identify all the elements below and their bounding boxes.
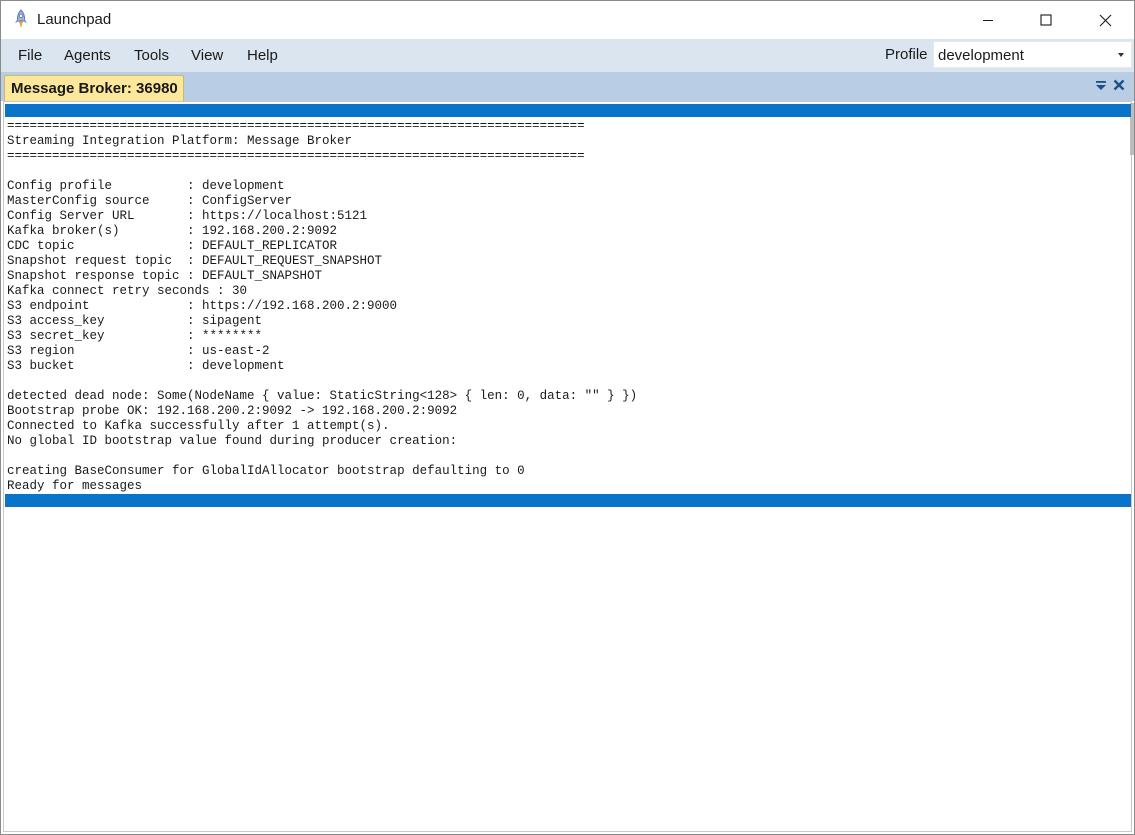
console-line: Kafka broker(s) : 192.168.200.2:9092: [7, 224, 338, 238]
console-line: S3 bucket : development: [7, 359, 285, 373]
console-line: Connected to Kafka successfully after 1 …: [7, 419, 390, 433]
console-line: S3 region : us-east-2: [7, 344, 270, 358]
chevron-down-icon: [1118, 53, 1124, 57]
maximize-button[interactable]: [1017, 1, 1075, 39]
menu-tools[interactable]: Tools: [134, 47, 169, 64]
console-line: Bootstrap probe OK: 192.168.200.2:9092 -…: [7, 404, 458, 418]
console-line: ========================================…: [7, 119, 585, 133]
tab-menu-button[interactable]: [1093, 77, 1109, 93]
console-line: S3 access_key : sipagent: [7, 314, 263, 328]
console-output: ========================================…: [7, 119, 637, 494]
menu-file[interactable]: File: [18, 47, 42, 64]
console-line: creating BaseConsumer for GlobalIdAlloca…: [7, 464, 525, 478]
tab-close-button[interactable]: [1111, 77, 1127, 93]
console-line: MasterConfig source : ConfigServer: [7, 194, 293, 208]
tab-label: Message Broker: 36980: [11, 80, 178, 97]
menu-bar: File Agents Tools View Help Profile deve…: [1, 39, 1134, 72]
profile-label: Profile: [885, 46, 928, 63]
menu-agents[interactable]: Agents: [64, 47, 111, 64]
window-title: Launchpad: [37, 11, 112, 28]
console-line: ========================================…: [7, 149, 585, 163]
tab-menu-icon: [1096, 81, 1106, 90]
launchpad-window: Launchpad File Agents Tools View Help Pr…: [0, 0, 1135, 835]
maximize-icon: [1040, 14, 1052, 26]
profile-select-value: development: [938, 47, 1024, 64]
console-line: Config profile : development: [7, 179, 285, 193]
menu-view[interactable]: View: [191, 47, 223, 64]
selection-bar-top: [5, 104, 1131, 117]
console-line: Streaming Integration Platform: Message …: [7, 134, 353, 148]
console-line: CDC topic : DEFAULT_REPLICATOR: [7, 239, 338, 253]
selection-bar-bottom: [5, 494, 1131, 507]
console-line: S3 endpoint : https://192.168.200.2:9000: [7, 299, 398, 313]
menu-help[interactable]: Help: [247, 47, 278, 64]
console-line: Ready for messages: [7, 479, 143, 493]
minimize-icon: [983, 20, 993, 21]
close-icon: [1099, 14, 1111, 26]
close-button[interactable]: [1076, 1, 1134, 39]
rocket-icon: [11, 9, 31, 31]
profile-select[interactable]: development: [933, 41, 1132, 68]
console-line: Config Server URL : https://localhost:51…: [7, 209, 368, 223]
console-line: No global ID bootstrap value found durin…: [7, 434, 458, 448]
console-line: S3 secret_key : ********: [7, 329, 263, 343]
console-line: Snapshot response topic : DEFAULT_SNAPSH…: [7, 269, 323, 283]
tab-message-broker[interactable]: Message Broker: 36980: [4, 75, 184, 101]
minimize-button[interactable]: [959, 1, 1017, 39]
tab-strip: Message Broker: 36980: [1, 72, 1134, 101]
console-line: Snapshot request topic : DEFAULT_REQUEST…: [7, 254, 383, 268]
tab-close-icon: [1113, 79, 1125, 91]
title-bar[interactable]: Launchpad: [1, 1, 1134, 39]
console-line: Kafka connect retry seconds : 30: [7, 284, 248, 298]
console-line: detected dead node: Some(NodeName { valu…: [7, 389, 638, 403]
